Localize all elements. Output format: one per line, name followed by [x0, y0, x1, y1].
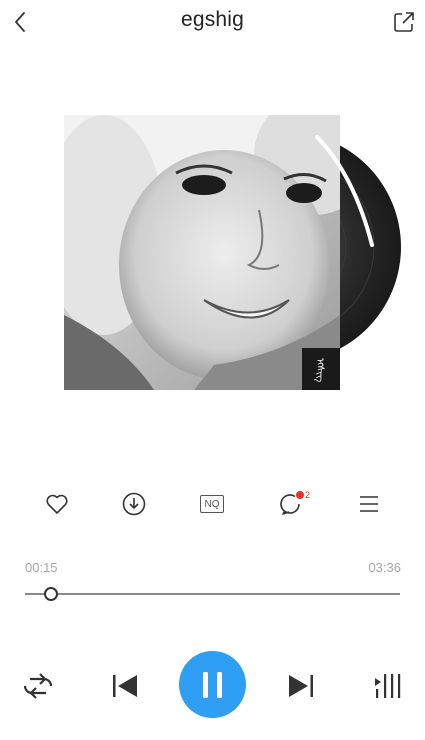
album-artwork: ᠡᠭᠰᠢᠭ	[64, 115, 404, 395]
current-time: 00:15	[25, 560, 58, 575]
share-icon	[394, 12, 414, 32]
menu-icon	[360, 496, 378, 512]
previous-button[interactable]	[107, 670, 143, 702]
seek-thumb[interactable]	[43, 587, 58, 601]
download-button[interactable]	[121, 491, 147, 517]
song-title: egshig	[180, 8, 245, 31]
pause-button[interactable]	[179, 651, 246, 718]
play-queue-button[interactable]	[370, 670, 404, 702]
total-time: 03:36	[368, 560, 401, 575]
cover-caption: ᠡᠭᠰᠢᠭ	[314, 357, 325, 383]
download-icon	[122, 492, 146, 516]
heart-icon	[46, 494, 68, 514]
seek-bar[interactable]	[25, 593, 400, 595]
next-button[interactable]	[283, 670, 319, 702]
share-button[interactable]	[390, 8, 418, 36]
more-button[interactable]	[356, 491, 382, 517]
comment-count: 2	[305, 490, 311, 500]
pause-icon	[202, 671, 222, 698]
repeat-button[interactable]	[20, 670, 56, 702]
next-icon	[289, 675, 313, 697]
comment-badge	[296, 491, 304, 499]
repeat-icon	[23, 673, 53, 699]
previous-icon	[113, 675, 137, 697]
play-queue-icon	[375, 674, 401, 698]
quality-button[interactable]: NQ	[200, 495, 224, 513]
favorite-button[interactable]	[44, 491, 70, 517]
